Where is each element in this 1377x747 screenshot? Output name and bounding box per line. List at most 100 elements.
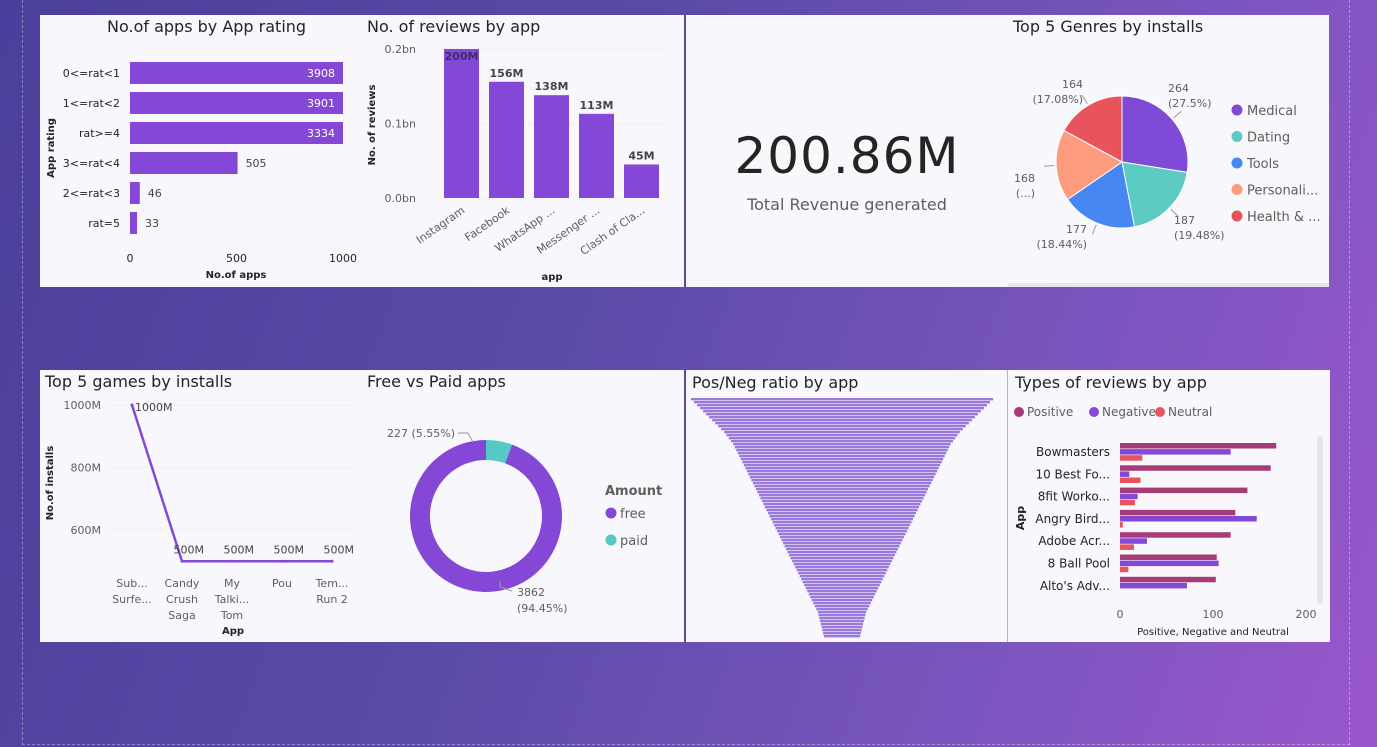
ratio-funnel-bar [799, 575, 885, 578]
ratio-funnel-bar [790, 557, 894, 560]
games-chart[interactable]: Top 5 games by installs 1000M 800M 600M 100… [40, 370, 360, 642]
games-data-label: 500M [174, 543, 205, 556]
ratio-funnel-bar [822, 629, 862, 632]
types-bar [1120, 538, 1147, 544]
ratio-funnel-bar [817, 611, 867, 614]
ratio-funnel-bar [780, 536, 904, 539]
ratio-funnel-bar [783, 542, 901, 545]
types-bar [1120, 465, 1271, 471]
types-category-label: Bowmasters [1036, 445, 1110, 459]
games-data-label: 500M [324, 543, 355, 556]
rating-x-tick: 500 [226, 252, 247, 265]
ratio-funnel-bar [777, 530, 907, 533]
ratio-funnel-bar [745, 467, 939, 470]
genres-data-label: 264 [1168, 82, 1189, 95]
types-bar [1120, 544, 1134, 550]
ratio-funnel-bar [746, 470, 938, 473]
genres-legend-marker [1231, 104, 1243, 116]
ratio-funnel-bar [761, 500, 923, 503]
ratio-funnel-bar [736, 449, 948, 452]
types-chart-scrollbar[interactable] [1317, 436, 1323, 604]
games-data-label: 500M [274, 543, 305, 556]
freepaid-leader-line [458, 432, 474, 443]
games-data-label: 500M [224, 543, 255, 556]
ratio-chart[interactable]: Pos/Neg ratio by app [686, 370, 1007, 642]
ratio-funnel-bar [813, 602, 871, 605]
types-category-label: 8 Ball Pool [1048, 557, 1110, 571]
reviews-x-axis-title: app [541, 272, 562, 283]
games-point [280, 559, 284, 563]
revenue-card[interactable]: 200.86M Total Revenue generated [686, 15, 1008, 287]
ratio-funnel-bar [792, 560, 892, 563]
types-bar [1120, 443, 1277, 449]
freepaid-legend-marker [605, 507, 617, 519]
ratio-funnel-bar [789, 554, 895, 557]
rating-category-label: 1<=rat<2 [63, 97, 120, 110]
freepaid-chart[interactable]: Free vs Paid apps 3862 (94.45%) 227 (5.55%… [362, 370, 684, 642]
rating-chart-plot: 0<=rat<1 3908 1<=rat<2 3901 rat>=4 3334 3<=rat… [46, 62, 357, 281]
games-point [130, 403, 134, 407]
types-bar [1120, 449, 1231, 455]
games-chart-plot: 1000M 800M 600M 1000M 500M 500M 500M 500M Sub...… [45, 399, 355, 637]
types-chart[interactable]: Types of reviews by app Positive Negative… [1008, 370, 1330, 642]
types-bar [1120, 455, 1143, 461]
ratio-funnel-bar [734, 446, 950, 449]
types-category-label: 8fit Worko... [1038, 490, 1110, 504]
reviews-data-label: 156M [490, 67, 524, 80]
games-x-tick: Run 2 [316, 593, 348, 606]
ratio-funnel-bar [816, 608, 868, 611]
ratio-funnel-bar [718, 425, 966, 428]
ratio-funnel-bar [805, 587, 879, 590]
ratio-funnel-bar [802, 581, 882, 584]
genres-data-label-pct: (27.5%) [1168, 97, 1212, 110]
games-x-tick: Surfe... [112, 593, 152, 606]
reviews-y-axis-title: No. of reviews [367, 85, 378, 166]
rating-data-label: 3901 [307, 97, 335, 110]
ratio-funnel-bar [740, 458, 944, 461]
ratio-funnel-bar [751, 479, 933, 482]
genres-legend-label: Personali... [1247, 184, 1318, 199]
rating-chart[interactable]: No.of apps by App rating 0<=rat<1 3908 1<=… [40, 15, 360, 287]
genres-leader-line [1091, 224, 1097, 235]
genres-data-label-pct: (...) [1016, 187, 1035, 200]
games-x-tick: Saga [168, 609, 195, 622]
ratio-funnel-bar [820, 620, 864, 623]
ratio-funnel-bar [796, 569, 888, 572]
ratio-funnel-bar [821, 626, 863, 629]
genres-data-label: 177 [1066, 223, 1087, 236]
revenue-label: Total Revenue generated [747, 195, 947, 214]
ratio-funnel-bar [801, 578, 883, 581]
rating-data-label: 3908 [307, 67, 335, 80]
ratio-funnel-bar [804, 584, 880, 587]
types-bar [1120, 493, 1138, 500]
genres-legend-label: Medical [1247, 104, 1297, 119]
types-legend-marker [1155, 407, 1165, 417]
rating-data-label: 505 [246, 157, 267, 170]
genres-legend-label: Health & ... [1247, 210, 1321, 225]
types-legend-label: Negative [1102, 405, 1156, 419]
games-x-tick: Pou [272, 577, 292, 590]
genres-chart[interactable]: Top 5 Genres by installs 264 (27.5%) 187 (1… [1008, 15, 1329, 283]
ratio-funnel-bar [731, 440, 953, 443]
reviews-y-tick: 0.0bn [385, 192, 416, 205]
games-x-tick: Candy [165, 577, 200, 590]
types-bar [1120, 516, 1257, 522]
genres-data-label: 168 [1014, 172, 1035, 185]
genres-data-label-pct: (17.08%) [1032, 93, 1083, 106]
reviews-chart-plot: 0.2bn0.1bn0.0bn200MInstagram156MFacebook… [367, 43, 667, 283]
genres-legend-marker [1231, 157, 1243, 169]
games-point [330, 559, 334, 563]
games-data-label: 1000M [135, 401, 173, 414]
ratio-funnel-bar [697, 404, 987, 407]
types-bar [1120, 560, 1219, 567]
genres-legend-marker [1231, 131, 1243, 142]
ratio-funnel-bar [784, 545, 900, 548]
types-x-tick: 0 [1117, 608, 1124, 621]
games-y-axis-title: No.of installs [45, 446, 56, 521]
games-point [230, 559, 234, 563]
games-point [180, 559, 184, 563]
freepaid-legend-label: free [620, 507, 646, 522]
reviews-chart[interactable]: No. of reviews by app 0.2bn 0.1bn 0.0bn 200… [362, 15, 684, 287]
ratio-funnel-bar [823, 632, 861, 635]
rating-category-label: rat=5 [88, 217, 120, 230]
